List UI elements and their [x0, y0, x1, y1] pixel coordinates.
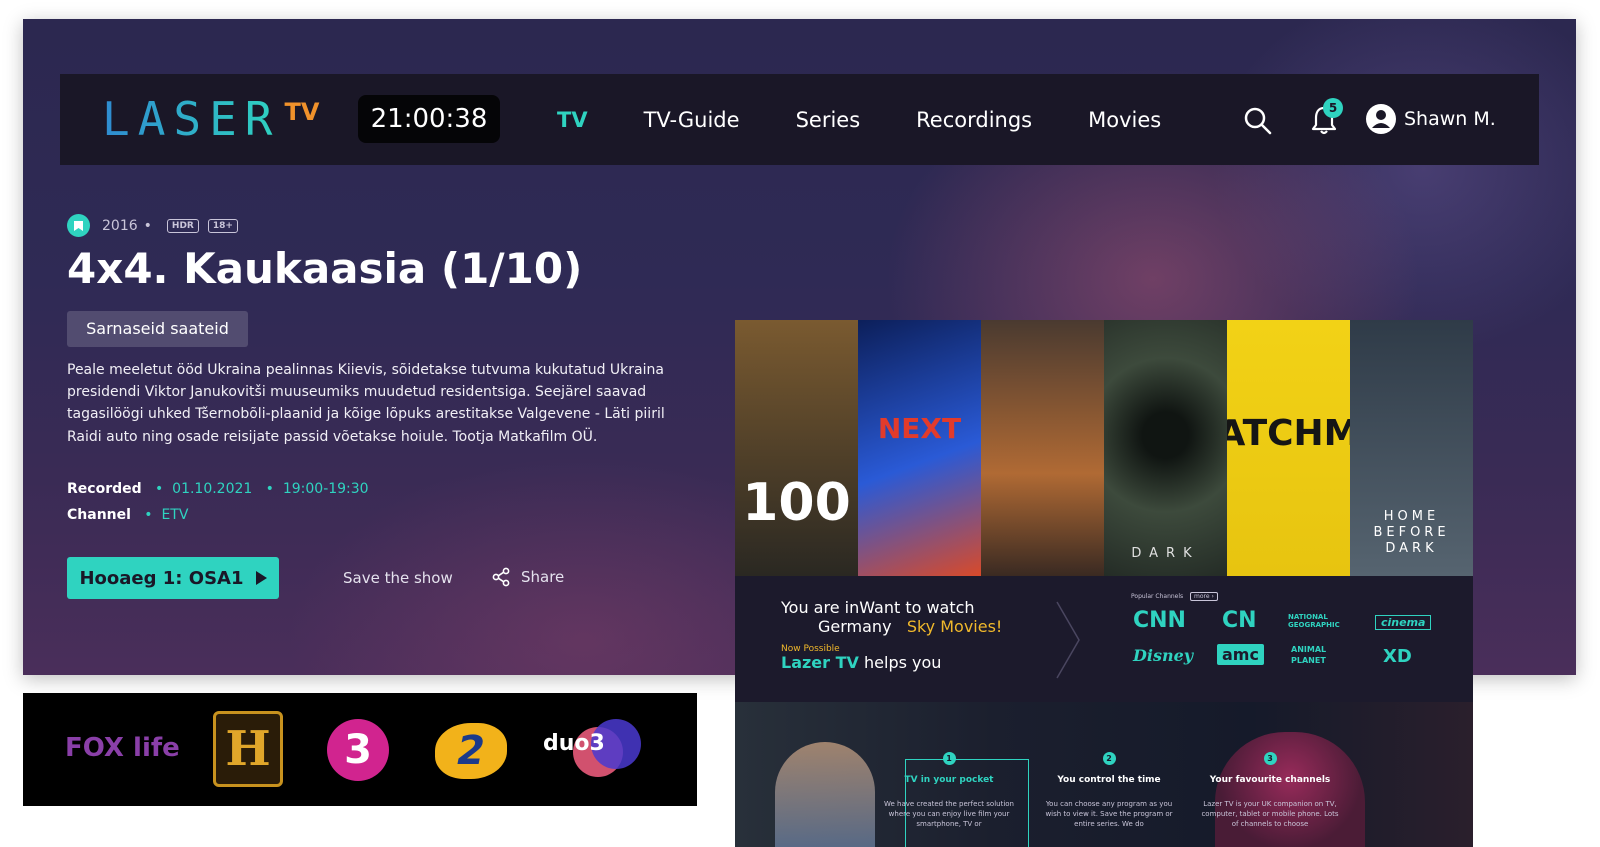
poster-dark[interactable]: DARK: [1104, 320, 1227, 576]
duo3-text: duo3: [543, 731, 605, 756]
features-section: 1 TV in your pocket We have created the …: [735, 702, 1473, 847]
channel-value: ETV: [161, 507, 189, 523]
user-menu[interactable]: Shawn M.: [1366, 104, 1496, 134]
fox-life-text: FOX life: [65, 733, 180, 763]
more-channels-button[interactable]: more ›: [1190, 592, 1218, 601]
disney-channel-logo[interactable]: Disney: [1133, 646, 1193, 665]
recorded-row: Recorded • 01.10.2021 • 19:00-19:30: [67, 481, 369, 497]
user-name: Shawn M.: [1404, 108, 1496, 130]
national-geographic-logo[interactable]: NATIONAL GEOGRAPHIC: [1288, 613, 1350, 629]
promo-country: Germany: [818, 617, 892, 636]
duo3-logo[interactable]: duo3: [543, 719, 643, 781]
play-label: Hooaeg 1: OSA1: [79, 567, 244, 589]
share-icon: [492, 567, 510, 587]
poster-action[interactable]: [981, 320, 1104, 576]
search-icon[interactable]: [1243, 106, 1273, 136]
promo-sky-movies: Sky Movies!: [906, 617, 1003, 636]
amc-logo[interactable]: amc: [1217, 644, 1264, 665]
show-description: Peale meeletut ööd Ukraina pealinnas Kii…: [67, 362, 665, 445]
similar-shows-button[interactable]: Sarnaseid saateid: [67, 311, 248, 347]
history-logo[interactable]: H: [213, 711, 283, 787]
feature-control-time: 2 You control the time You can choose an…: [1039, 752, 1179, 829]
fox-life-logo[interactable]: FOX life: [65, 733, 180, 763]
channel-row: Channel • ETV: [67, 507, 189, 523]
nav-item-movies[interactable]: Movies: [1088, 108, 1161, 132]
play-episode-button[interactable]: Hooaeg 1: OSA1: [67, 557, 279, 599]
show-title: 4x4. Kaukaasia (1/10): [67, 244, 583, 293]
promo-line-1: You are inWant to watch: [781, 598, 975, 617]
notification-badge: 5: [1323, 98, 1343, 118]
viewer-photo: [775, 742, 875, 847]
laser-tv-logo[interactable]: LASER TV: [102, 96, 319, 142]
feature-title: You control the time: [1057, 775, 1161, 785]
feature-text: We have created the perfect solution whe…: [884, 800, 1014, 828]
tv2-logo[interactable]: 2: [435, 723, 507, 779]
poster-next[interactable]: NEXT: [858, 320, 981, 576]
feature-title: Your favourite channels: [1209, 775, 1331, 785]
share-label: Share: [521, 568, 565, 586]
main-nav: TV TV-Guide Series Recordings Movies: [557, 74, 1217, 165]
feature-number: 3: [1263, 752, 1277, 765]
nav-item-tv[interactable]: TV: [557, 108, 588, 132]
meta-dot: •: [143, 217, 152, 234]
nav-item-tv-guide[interactable]: TV-Guide: [644, 108, 740, 132]
sky-cinema-logo[interactable]: cinema: [1375, 615, 1432, 630]
cartoon-network-logo[interactable]: CN: [1222, 608, 1257, 633]
feature-text: You can choose any program as you wish t…: [1045, 800, 1173, 828]
age-rating-badge: 18+: [207, 218, 238, 233]
channel-strip: FOX life H 3 2 duo3: [23, 693, 697, 806]
save-show-button[interactable]: Save the show: [343, 569, 453, 587]
poster-title: ATCHM: [1227, 412, 1350, 454]
top-navbar: LASER TV 21:00:38 TV TV-Guide Series Rec…: [60, 74, 1539, 165]
play-icon: [255, 571, 267, 585]
promo-line-3: Lazer TV helps you: [781, 653, 941, 672]
disney-xd-logo[interactable]: XD: [1383, 646, 1412, 667]
poster-title: 100: [742, 473, 851, 533]
logo-tv: TV: [284, 98, 320, 126]
nav-item-recordings[interactable]: Recordings: [916, 108, 1032, 132]
lazer-showcase: 100 NEXT DARK ATCHM HOME BEFORE DARK You…: [735, 320, 1473, 847]
clock: 21:00:38: [358, 95, 500, 143]
poster-the-100[interactable]: 100: [735, 320, 858, 576]
hdr-badge: HDR: [166, 218, 199, 233]
channel-label: Channel: [67, 507, 131, 523]
bookmark-icon[interactable]: [67, 214, 90, 237]
recorded-date: 01.10.2021: [172, 481, 253, 497]
recorded-label: Recorded: [67, 481, 142, 497]
promo-brand: Lazer TV: [781, 653, 859, 672]
poster-row: 100 NEXT DARK ATCHM HOME BEFORE DARK: [735, 320, 1473, 576]
feature-favourite-channels: 3 Your favourite channels Lazer TV is yo…: [1200, 752, 1340, 829]
poster-watchmen[interactable]: ATCHM: [1227, 320, 1350, 576]
nav-item-series[interactable]: Series: [796, 108, 861, 132]
poster-title: DARK: [1131, 545, 1200, 561]
show-year: 2016: [102, 217, 138, 234]
show-meta: 2016 • HDR 18+: [67, 214, 238, 237]
tv3-logo[interactable]: 3: [327, 719, 389, 781]
animal-planet-logo[interactable]: ANIMAL PLANET: [1291, 644, 1341, 666]
poster-title: HOME BEFORE DARK: [1373, 509, 1450, 556]
poster-title: NEXT: [877, 411, 962, 445]
promo-banner: You are inWant to watch Germany Sky Movi…: [735, 576, 1473, 702]
popular-channels-label: Popular Channels: [1131, 593, 1184, 600]
chevron-right-icon: [1056, 601, 1080, 679]
feature-number: 1: [942, 752, 956, 765]
recorded-time: 19:00-19:30: [282, 481, 369, 497]
promo-line-2: Germany Sky Movies!: [818, 617, 1002, 636]
feature-text: Lazer TV is your UK companion on TV, com…: [1201, 800, 1339, 828]
poster-home-before-dark[interactable]: HOME BEFORE DARK: [1350, 320, 1473, 576]
share-button[interactable]: Share: [491, 567, 564, 587]
logo-text: LASER: [102, 92, 281, 146]
feature-tv-in-pocket: 1 TV in your pocket We have created the …: [879, 752, 1019, 829]
avatar-icon: [1366, 104, 1396, 134]
feature-title: TV in your pocket: [904, 775, 994, 785]
feature-number: 2: [1102, 752, 1116, 765]
cnn-logo[interactable]: CNN: [1133, 608, 1186, 633]
promo-helps: helps you: [864, 653, 942, 672]
